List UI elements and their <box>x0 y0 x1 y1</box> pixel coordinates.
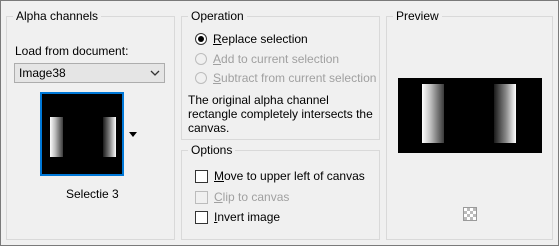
thumbnail-caption: Selectie 3 <box>66 187 119 201</box>
radio-subtract-selection[interactable]: Subtract from current selection <box>195 71 376 85</box>
preview-right-bar <box>494 84 516 143</box>
check-invert-label: Invert image <box>214 210 281 224</box>
check-move-upper-left[interactable]: Move to upper left of canvas <box>195 169 365 183</box>
preview-title: Preview <box>393 9 442 24</box>
chevron-down-icon <box>149 66 161 80</box>
checkbox-indicator <box>195 210 208 224</box>
checkbox-indicator <box>195 190 208 204</box>
options-title: Options <box>188 143 236 158</box>
check-clip-label: Clip to canvas <box>214 190 290 204</box>
preview-image <box>398 78 542 153</box>
thumbnail-dropdown-button[interactable] <box>126 94 140 174</box>
radio-subtract-label: Subtract from current selection <box>213 71 377 85</box>
check-move-label: Move to upper left of canvas <box>214 169 365 183</box>
alpha-channels-title: Alpha channels <box>13 9 102 24</box>
checkbox-indicator <box>195 169 208 183</box>
document-select-value: Image38 <box>19 66 66 80</box>
thumbnail-left-bar <box>50 117 63 157</box>
alpha-channel-thumbnail[interactable] <box>40 92 124 176</box>
radio-add-selection[interactable]: Add to current selection <box>195 52 339 66</box>
radio-replace-label: Replace selection <box>213 32 308 46</box>
check-invert-image[interactable]: Invert image <box>195 210 280 224</box>
check-clip-to-canvas[interactable]: Clip to canvas <box>195 190 289 204</box>
radio-add-label: Add to current selection <box>213 52 340 66</box>
caret-down-icon <box>129 132 137 137</box>
transparency-checker-icon[interactable] <box>463 207 477 221</box>
preview-left-bar <box>422 84 444 143</box>
thumbnail-right-bar <box>103 117 116 157</box>
operation-description: The original alpha channel rectangle com… <box>188 93 373 135</box>
radio-indicator <box>195 33 207 45</box>
thumbnail-image <box>45 97 119 171</box>
document-select[interactable]: Image38 <box>14 63 165 83</box>
radio-indicator <box>195 53 207 65</box>
radio-indicator <box>195 72 207 84</box>
load-from-document-text: Load from document: <box>15 44 129 58</box>
load-from-document-label: Load from document: <box>15 44 128 58</box>
operation-title: Operation <box>188 9 247 24</box>
radio-replace-selection[interactable]: Replace selection <box>195 32 308 46</box>
